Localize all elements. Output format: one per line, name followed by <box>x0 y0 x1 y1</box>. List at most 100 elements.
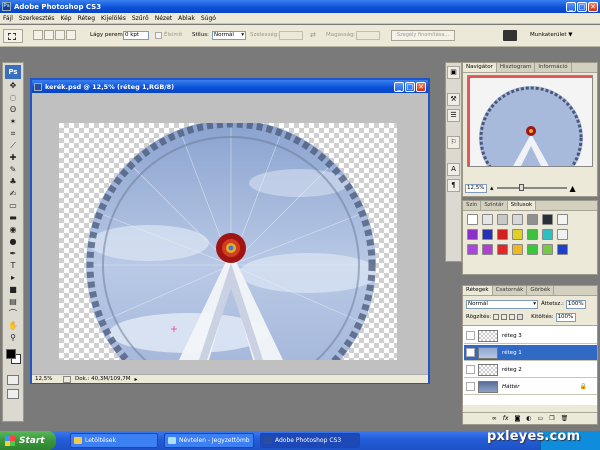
visibility-eye-icon[interactable] <box>466 382 475 391</box>
zoom-slider-handle[interactable] <box>518 184 524 191</box>
foreground-color-swatch[interactable] <box>6 349 16 359</box>
close-button[interactable]: ✕ <box>588 1 598 12</box>
taskbar-item-photoshop[interactable]: Adobe Photoshop CS3 <box>260 433 360 448</box>
link-icon[interactable]: ∞ <box>492 415 497 422</box>
zoom-readout[interactable]: 12,5% <box>35 376 59 382</box>
crop-icon[interactable]: ⌗ <box>8 128 19 139</box>
navigator-zoom-slider[interactable] <box>496 184 567 191</box>
zoom-icon[interactable]: ⚲ <box>8 332 19 343</box>
style-swatch[interactable] <box>527 244 538 255</box>
start-button[interactable]: Start <box>0 431 56 450</box>
swap-icon[interactable]: ⇄ <box>310 31 316 39</box>
fx-icon[interactable]: fx <box>503 415 509 422</box>
menu-view[interactable]: Nézet <box>152 13 175 24</box>
visibility-eye-icon[interactable] <box>466 331 475 340</box>
layer-row[interactable]: Háttér 🔒 <box>464 379 597 395</box>
menu-image[interactable]: Kép <box>57 13 74 24</box>
style-swatch[interactable] <box>527 229 538 240</box>
brushes-panel-icon[interactable]: ☰ <box>447 109 460 122</box>
gradient-icon[interactable]: ▬ <box>8 212 19 223</box>
canvas-area[interactable] <box>32 93 428 374</box>
type-icon[interactable]: T <box>8 260 19 271</box>
adjustment-icon[interactable]: ◐ <box>526 415 531 422</box>
eyedropper-icon[interactable]: ⌒ <box>8 308 19 319</box>
minimize-button[interactable]: _ <box>566 1 576 12</box>
style-swatch[interactable] <box>482 214 493 225</box>
lock-transparent-icon[interactable] <box>493 314 500 320</box>
width-input[interactable] <box>279 31 303 40</box>
move-icon[interactable]: ✥ <box>8 80 19 91</box>
style-swatch[interactable] <box>482 244 493 255</box>
quick-mask-icon[interactable] <box>7 375 19 385</box>
style-swatch[interactable] <box>512 229 523 240</box>
tab-styles[interactable]: Stílusok <box>507 201 537 210</box>
actions-panel-icon[interactable]: ⚐ <box>447 136 460 149</box>
new-selection-icon[interactable] <box>33 30 43 40</box>
intersect-selection-icon[interactable] <box>66 30 76 40</box>
subtract-selection-icon[interactable] <box>55 30 65 40</box>
screen-mode-icon[interactable] <box>7 389 19 399</box>
doc-maximize-button[interactable]: □ <box>405 81 415 92</box>
layer-row[interactable]: réteg 3 <box>464 328 597 344</box>
pen-icon[interactable]: ✒ <box>8 248 19 259</box>
layer-row[interactable]: ● réteg 1 <box>464 345 597 361</box>
lock-pixels-icon[interactable] <box>501 314 508 320</box>
marquee-icon[interactable]: ◌ <box>8 92 19 103</box>
zoom-out-icon[interactable]: ▴ <box>490 184 494 192</box>
dodge-icon[interactable]: ● <box>8 236 19 247</box>
menu-window[interactable]: Ablak <box>175 13 198 24</box>
style-swatch[interactable] <box>542 214 553 225</box>
style-swatch[interactable] <box>467 214 478 225</box>
doc-minimize-button[interactable]: _ <box>394 81 404 92</box>
tab-histogram[interactable]: Hisztogram <box>497 63 536 72</box>
path-select-icon[interactable]: ▸ <box>8 272 19 283</box>
notes-icon[interactable]: ▤ <box>8 296 19 307</box>
style-swatch[interactable] <box>482 229 493 240</box>
layer-row[interactable]: réteg 2 <box>464 362 597 378</box>
tab-color[interactable]: Szín <box>463 201 482 210</box>
style-swatch[interactable] <box>512 244 523 255</box>
image-canvas[interactable] <box>59 123 397 360</box>
style-swatch[interactable] <box>542 229 553 240</box>
menu-layer[interactable]: Réteg <box>75 13 98 24</box>
hand-icon[interactable]: ✋ <box>8 320 19 331</box>
navigator-zoom-input[interactable]: 12,5% <box>465 183 487 193</box>
opacity-input[interactable]: 100% <box>565 299 586 309</box>
eraser-icon[interactable]: ▭ <box>8 200 19 211</box>
menu-edit[interactable]: Szerkesztés <box>16 13 58 24</box>
character-panel-icon[interactable]: A <box>447 163 460 176</box>
stamp-icon[interactable]: ♣ <box>8 176 19 187</box>
magic-wand-icon[interactable]: ✶ <box>8 116 19 127</box>
document-title-bar[interactable]: kerék.psd @ 12,5% (réteg 1,RGB/8) _ □ ✕ <box>32 80 428 93</box>
mask-icon[interactable]: ◙ <box>514 415 520 422</box>
tab-swatches[interactable]: Színtár <box>481 201 508 210</box>
tab-navigator[interactable]: Navigátor <box>463 63 497 72</box>
style-swatch[interactable] <box>467 244 478 255</box>
trash-icon[interactable]: 🗑 <box>561 415 569 422</box>
style-swatch[interactable] <box>557 244 568 255</box>
style-swatch[interactable] <box>497 229 508 240</box>
style-swatch[interactable] <box>467 229 478 240</box>
style-swatch[interactable] <box>557 214 568 225</box>
tab-layers[interactable]: Rétegek <box>463 286 493 295</box>
doc-close-button[interactable]: ✕ <box>416 81 426 92</box>
menu-select[interactable]: Kijelölés <box>98 13 129 24</box>
height-input[interactable] <box>356 31 380 40</box>
tab-curves[interactable]: Görbék <box>527 286 555 295</box>
zoom-in-icon[interactable]: ▲ <box>570 184 576 193</box>
tool-preset-picker[interactable] <box>3 29 23 43</box>
new-layer-icon[interactable]: ❐ <box>549 415 554 422</box>
style-swatch[interactable] <box>542 244 553 255</box>
style-swatch[interactable] <box>527 214 538 225</box>
history-brush-icon[interactable]: ✍ <box>8 188 19 199</box>
menu-file[interactable]: Fájl <box>0 13 16 24</box>
bridge-icon[interactable] <box>503 30 517 41</box>
add-selection-icon[interactable] <box>44 30 54 40</box>
brush-icon[interactable]: ✎ <box>8 164 19 175</box>
style-swatch[interactable] <box>512 214 523 225</box>
taskbar-item-notepad[interactable]: Névtelen - Jegyzettömb <box>164 433 254 448</box>
style-swatch[interactable] <box>497 244 508 255</box>
status-menu-arrow-icon[interactable]: ▸ <box>134 376 137 383</box>
paragraph-panel-icon[interactable]: ¶ <box>447 179 460 192</box>
menu-help[interactable]: Súgó <box>198 13 219 24</box>
